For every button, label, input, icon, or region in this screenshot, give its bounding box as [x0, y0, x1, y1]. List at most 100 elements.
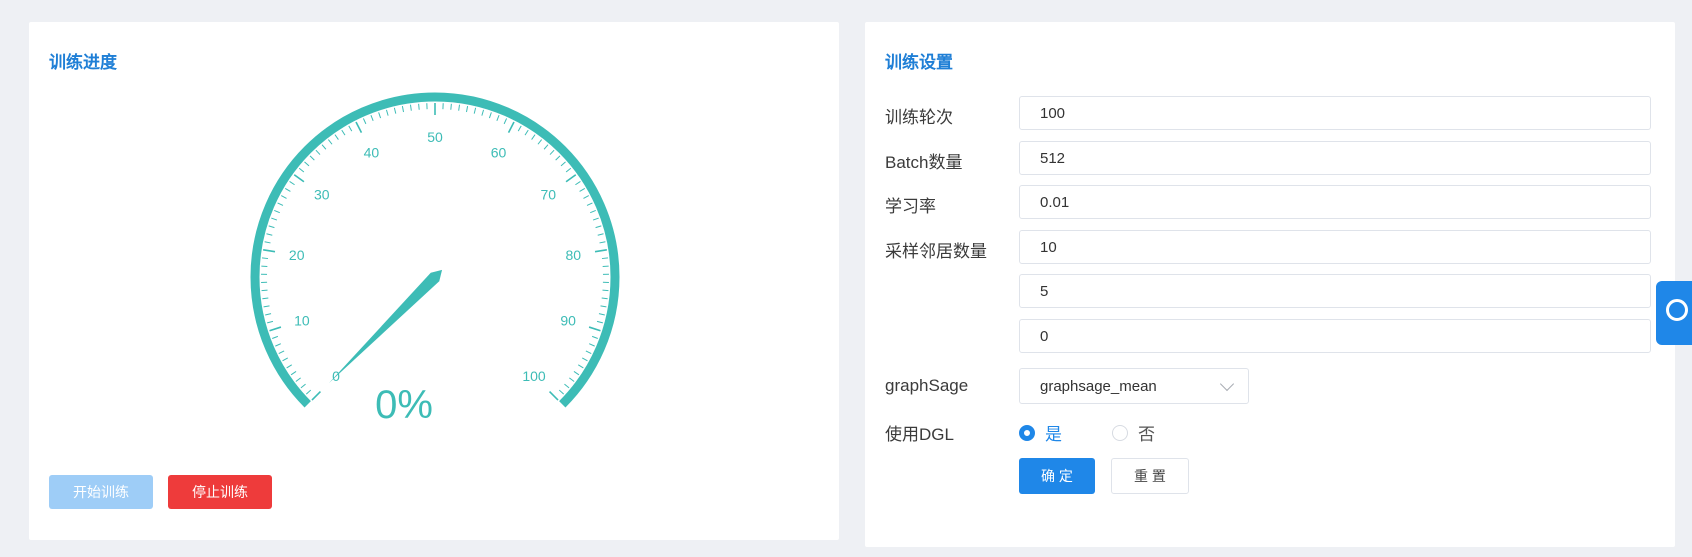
gauge-minor-tick [596, 320, 603, 324]
neighbors-input-3[interactable]: 0 [1019, 319, 1651, 353]
gauge-minor-tick [579, 187, 586, 192]
gauge-minor-tick [267, 320, 274, 324]
use-dgl-no-radio[interactable]: 否 [1112, 420, 1155, 445]
gauge-minor-tick [262, 297, 269, 300]
gauge-minor-tick [496, 115, 500, 121]
gauge-tick-label: 100 [522, 368, 546, 384]
gauge-minor-tick [274, 209, 280, 214]
gauge-minor-tick [290, 371, 297, 376]
epochs-input[interactable]: 100 [1019, 96, 1651, 130]
gauge-minor-tick [537, 139, 543, 145]
gauge-major-tick [355, 121, 363, 134]
neighbors-input-1[interactable]: 10 [1019, 230, 1651, 264]
gauge-minor-tick [549, 149, 555, 155]
gauge-minor-tick [458, 104, 461, 111]
gauge-minor-tick [481, 109, 485, 116]
radio-unchecked-icon [1112, 424, 1128, 441]
gauge-major-tick [293, 174, 305, 183]
gauge-major-tick [269, 326, 282, 332]
gauge-minor-tick [585, 350, 592, 354]
gauge-minor-tick [266, 233, 273, 236]
gauge-minor-tick [334, 134, 339, 140]
gauge-minor-tick [321, 144, 327, 150]
gauge-minor-tick [599, 241, 606, 244]
gauge-tick-label: 60 [491, 144, 507, 160]
gauge-minor-tick [268, 225, 275, 229]
gauge-tick-label: 40 [364, 144, 380, 160]
gauge-minor-tick [590, 209, 596, 214]
gauge-minor-tick [286, 364, 293, 369]
use-dgl-no-label: 否 [1138, 425, 1155, 444]
gauge-minor-tick [575, 181, 581, 186]
gauge-needle [328, 269, 443, 384]
floating-settings-tab[interactable] [1656, 281, 1692, 345]
gauge-minor-tick [370, 115, 374, 121]
gauge-minor-tick [272, 335, 279, 339]
gauge-minor-tick [531, 134, 536, 140]
training-settings-card: 训练设置 训练轮次 100 Batch数量 512 学习率 0.01 采样邻居数… [865, 22, 1675, 547]
gauge-minor-tick [282, 357, 289, 362]
lr-input[interactable]: 0.01 [1019, 185, 1651, 219]
lr-label: 学习率 [885, 197, 936, 216]
gauge-minor-tick [600, 305, 607, 308]
settings-title: 训练设置 [885, 53, 953, 72]
reset-button[interactable]: 重 置 [1111, 458, 1189, 494]
gauge-minor-tick [598, 313, 605, 316]
gauge-tick-label: 10 [294, 312, 310, 328]
gauge-minor-tick [581, 357, 588, 362]
gauge-major-tick [588, 326, 601, 332]
neighbors-label: 采样邻居数量 [885, 242, 987, 261]
gauge-major-tick [263, 248, 276, 253]
gauge-major-tick [565, 174, 577, 183]
gauge-minor-tick [348, 125, 353, 132]
use-dgl-yes-radio[interactable]: 是 [1019, 420, 1062, 445]
gauge-minor-tick [264, 241, 271, 244]
gauge-tick-label: 90 [560, 312, 576, 328]
gauge-minor-tick [385, 109, 389, 116]
gauge-minor-tick [289, 181, 295, 186]
gauge-minor-tick [275, 343, 282, 347]
gauge-minor-tick [595, 225, 602, 229]
chevron-down-icon [1219, 376, 1235, 392]
gauge-minor-tick [560, 161, 566, 167]
use-dgl-yes-label: 是 [1045, 425, 1062, 444]
gauge-minor-tick [503, 118, 508, 125]
gauge-minor-tick [565, 167, 572, 173]
settings-ring-icon [1666, 299, 1688, 321]
confirm-button[interactable]: 确 定 [1019, 458, 1095, 494]
gauge-minor-tick [261, 257, 269, 260]
gauge-minor-tick [592, 217, 599, 221]
epochs-label: 训练轮次 [885, 108, 953, 127]
gauge-percent: 0% [375, 383, 433, 427]
gauge-minor-tick [601, 297, 608, 300]
radio-checked-icon [1019, 424, 1035, 441]
neighbors-input-2[interactable]: 5 [1019, 274, 1651, 308]
gauge-tick-label: 70 [540, 187, 556, 203]
gauge-minor-tick [418, 103, 420, 110]
gauge-minor-tick [327, 139, 333, 145]
gauge-minor-tick [271, 217, 278, 221]
gauge-minor-tick [588, 343, 595, 347]
gauge-minor-tick [597, 233, 604, 236]
gauge-minor-tick [450, 103, 452, 110]
gauge-minor-tick [473, 107, 477, 114]
batch-input[interactable]: 512 [1019, 141, 1651, 175]
use-dgl-label: 使用DGL [885, 425, 954, 444]
gauge-minor-tick [304, 161, 310, 167]
start-training-button[interactable]: 开始训练 [49, 475, 153, 509]
gauge-minor-tick [378, 112, 382, 119]
gauge-minor-tick [409, 104, 412, 111]
gauge-tick-label: 50 [427, 129, 443, 145]
batch-label: Batch数量 [885, 153, 963, 172]
gauge-minor-tick [277, 202, 284, 206]
graphsage-select[interactable]: graphsage_mean [1019, 368, 1249, 404]
gauge-minor-tick [569, 377, 575, 382]
gauge-major-tick [594, 248, 607, 253]
stop-training-button[interactable]: 停止训练 [168, 475, 272, 509]
graphsage-selected-value: graphsage_mean [1040, 377, 1157, 395]
gauge-minor-tick [263, 305, 270, 308]
gauge-minor-tick [284, 187, 291, 192]
gauge-minor-tick [280, 195, 287, 199]
gauge-minor-tick [488, 112, 492, 119]
gauge-minor-tick [393, 107, 397, 114]
